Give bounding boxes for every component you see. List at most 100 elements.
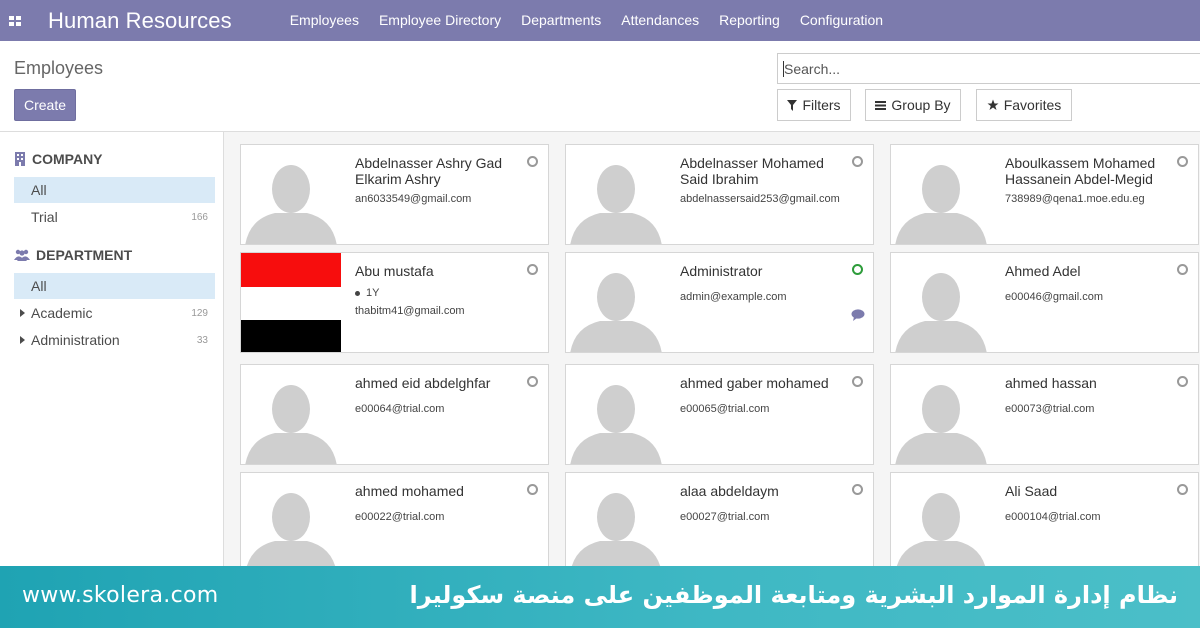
employee-photo xyxy=(891,365,991,464)
employee-name: Aboulkassem Mohamed Hassanein Abdel-Megi… xyxy=(1005,155,1156,187)
employee-photo xyxy=(241,473,341,572)
department-filter-all[interactable]: All xyxy=(14,273,215,299)
employee-card[interactable]: Abdelnasser Ashry Gad Elkarim Ashry an603… xyxy=(240,144,549,245)
flag-band-red xyxy=(241,253,341,287)
employee-email: e00022@trial.com xyxy=(355,511,445,523)
top-navbar: Human Resources Employees Employee Direc… xyxy=(0,0,1200,41)
search-box xyxy=(777,53,1200,84)
app-title[interactable]: Human Resources xyxy=(48,8,232,34)
company-filter-all-label: All xyxy=(31,182,47,198)
employee-name: alaa abdeldaym xyxy=(680,483,779,499)
employee-card[interactable]: Abdelnasser Mohamed Said Ibrahim abdelnas… xyxy=(565,144,874,245)
employee-email: e000104@trial.com xyxy=(1005,511,1101,523)
footer-banner: www.skolera.com نظام إدارة الموارد البشر… xyxy=(0,566,1200,628)
department-filter-academic-label: Academic xyxy=(31,305,93,321)
presence-status-icon xyxy=(1177,264,1188,275)
employee-photo xyxy=(241,145,341,244)
avatar-placeholder-icon xyxy=(566,253,666,352)
avatar-placeholder-icon xyxy=(891,365,991,464)
menu-employee-directory[interactable]: Employee Directory xyxy=(369,0,511,41)
company-section-header: COMPANY xyxy=(14,151,103,167)
menu-attendances[interactable]: Attendances xyxy=(611,0,709,41)
menu-departments[interactable]: Departments xyxy=(511,0,611,41)
caret-right-icon[interactable] xyxy=(20,336,25,344)
avatar-placeholder-icon xyxy=(566,365,666,464)
employee-card[interactable]: ahmed gaber mohamed e00065@trial.com xyxy=(565,364,874,465)
breadcrumb: Employees xyxy=(14,58,104,78)
menu-employees[interactable]: Employees xyxy=(280,0,369,41)
apps-menu-icon[interactable] xyxy=(0,0,30,41)
search-panel: COMPANY All Trial 166 DEPARTMENT All Aca… xyxy=(0,132,224,628)
presence-status-icon xyxy=(527,264,538,275)
presence-status-icon xyxy=(527,376,538,387)
presence-status-icon xyxy=(527,156,538,167)
employee-name: Ali Saad xyxy=(1005,483,1058,499)
department-section-header: DEPARTMENT xyxy=(14,247,132,263)
employee-card[interactable]: alaa abdeldaym e00027@trial.com xyxy=(565,472,874,573)
search-input[interactable] xyxy=(778,54,1200,83)
employee-card[interactable]: ahmed eid abdelghfar e00064@trial.com xyxy=(240,364,549,465)
employee-card[interactable]: Ali Saad e000104@trial.com xyxy=(890,472,1199,573)
employee-photo xyxy=(566,365,666,464)
chat-icon[interactable] xyxy=(851,308,865,326)
employee-card[interactable]: Administrator admin@example.com xyxy=(565,252,874,353)
avatar-placeholder-icon xyxy=(241,145,341,244)
menu-reporting[interactable]: Reporting xyxy=(709,0,790,41)
company-filter-trial[interactable]: Trial 166 xyxy=(14,204,215,230)
avatar-placeholder-icon xyxy=(891,253,991,352)
building-icon xyxy=(15,152,25,166)
caret-right-icon[interactable] xyxy=(20,309,25,317)
employee-card[interactable]: ahmed mohamed e00022@trial.com xyxy=(240,472,549,573)
filter-icon xyxy=(787,99,798,111)
employee-email: e00065@trial.com xyxy=(680,403,770,415)
employee-name: Ahmed Adel xyxy=(1005,263,1081,279)
employee-card[interactable]: Abu mustafa 1Y thabitm41@gmail.com xyxy=(240,252,549,353)
presence-status-icon xyxy=(1177,156,1188,167)
employee-card[interactable]: ahmed hassan e00073@trial.com xyxy=(890,364,1199,465)
group-by-button[interactable]: Group By xyxy=(865,89,961,121)
star-icon xyxy=(987,99,999,110)
presence-status-icon xyxy=(852,484,863,495)
employee-photo xyxy=(891,145,991,244)
employee-name: Abu mustafa xyxy=(355,263,434,279)
employee-name: Administrator xyxy=(680,263,763,279)
presence-status-icon xyxy=(1177,484,1188,495)
text-cursor xyxy=(783,61,784,77)
favorites-label: Favorites xyxy=(1003,97,1062,113)
avatar-placeholder-icon xyxy=(241,473,341,572)
favorites-button[interactable]: Favorites xyxy=(976,89,1072,121)
department-filter-administration-count: 33 xyxy=(196,334,208,346)
top-menu: Employees Employee Directory Departments… xyxy=(280,0,893,41)
department-filter-academic[interactable]: Academic 129 xyxy=(14,300,215,326)
flag-band-black xyxy=(241,320,341,352)
employee-email: e00073@trial.com xyxy=(1005,403,1095,415)
avatar-placeholder-icon xyxy=(891,473,991,572)
filters-label: Filters xyxy=(802,97,841,113)
presence-status-icon xyxy=(852,264,863,275)
filters-button[interactable]: Filters xyxy=(777,89,851,121)
employee-email: abdelnassersaid253@gmail.com xyxy=(680,193,840,205)
employee-photo xyxy=(241,365,341,464)
employee-name: Abdelnasser Ashry Gad Elkarim Ashry xyxy=(355,155,503,187)
company-filter-all[interactable]: All xyxy=(14,177,215,203)
employee-email: e00064@trial.com xyxy=(355,403,445,415)
employee-name: ahmed eid abdelghfar xyxy=(355,375,491,391)
department-header-label: DEPARTMENT xyxy=(36,247,133,263)
employee-name: ahmed hassan xyxy=(1005,375,1097,391)
department-filter-administration[interactable]: Administration 33 xyxy=(14,327,215,353)
employee-kanban-view: Abdelnasser Ashry Gad Elkarim Ashry an603… xyxy=(224,132,1200,628)
department-filter-administration-label: Administration xyxy=(31,332,120,348)
employee-card[interactable]: Aboulkassem Mohamed Hassanein Abdel-Megi… xyxy=(890,144,1199,245)
employee-email: an6033549@gmail.com xyxy=(355,193,472,205)
flag-band-white xyxy=(241,286,341,321)
employee-name: ahmed gaber mohamed xyxy=(680,375,829,391)
employee-photo xyxy=(241,253,341,352)
create-button[interactable]: Create xyxy=(14,89,76,121)
flag-image xyxy=(241,253,341,352)
menu-configuration[interactable]: Configuration xyxy=(790,0,893,41)
users-icon xyxy=(14,249,30,261)
presence-status-icon xyxy=(852,156,863,167)
employee-photo xyxy=(566,473,666,572)
employee-card[interactable]: Ahmed Adel e00046@gmail.com xyxy=(890,252,1199,353)
employee-email: e00046@gmail.com xyxy=(1005,291,1103,303)
